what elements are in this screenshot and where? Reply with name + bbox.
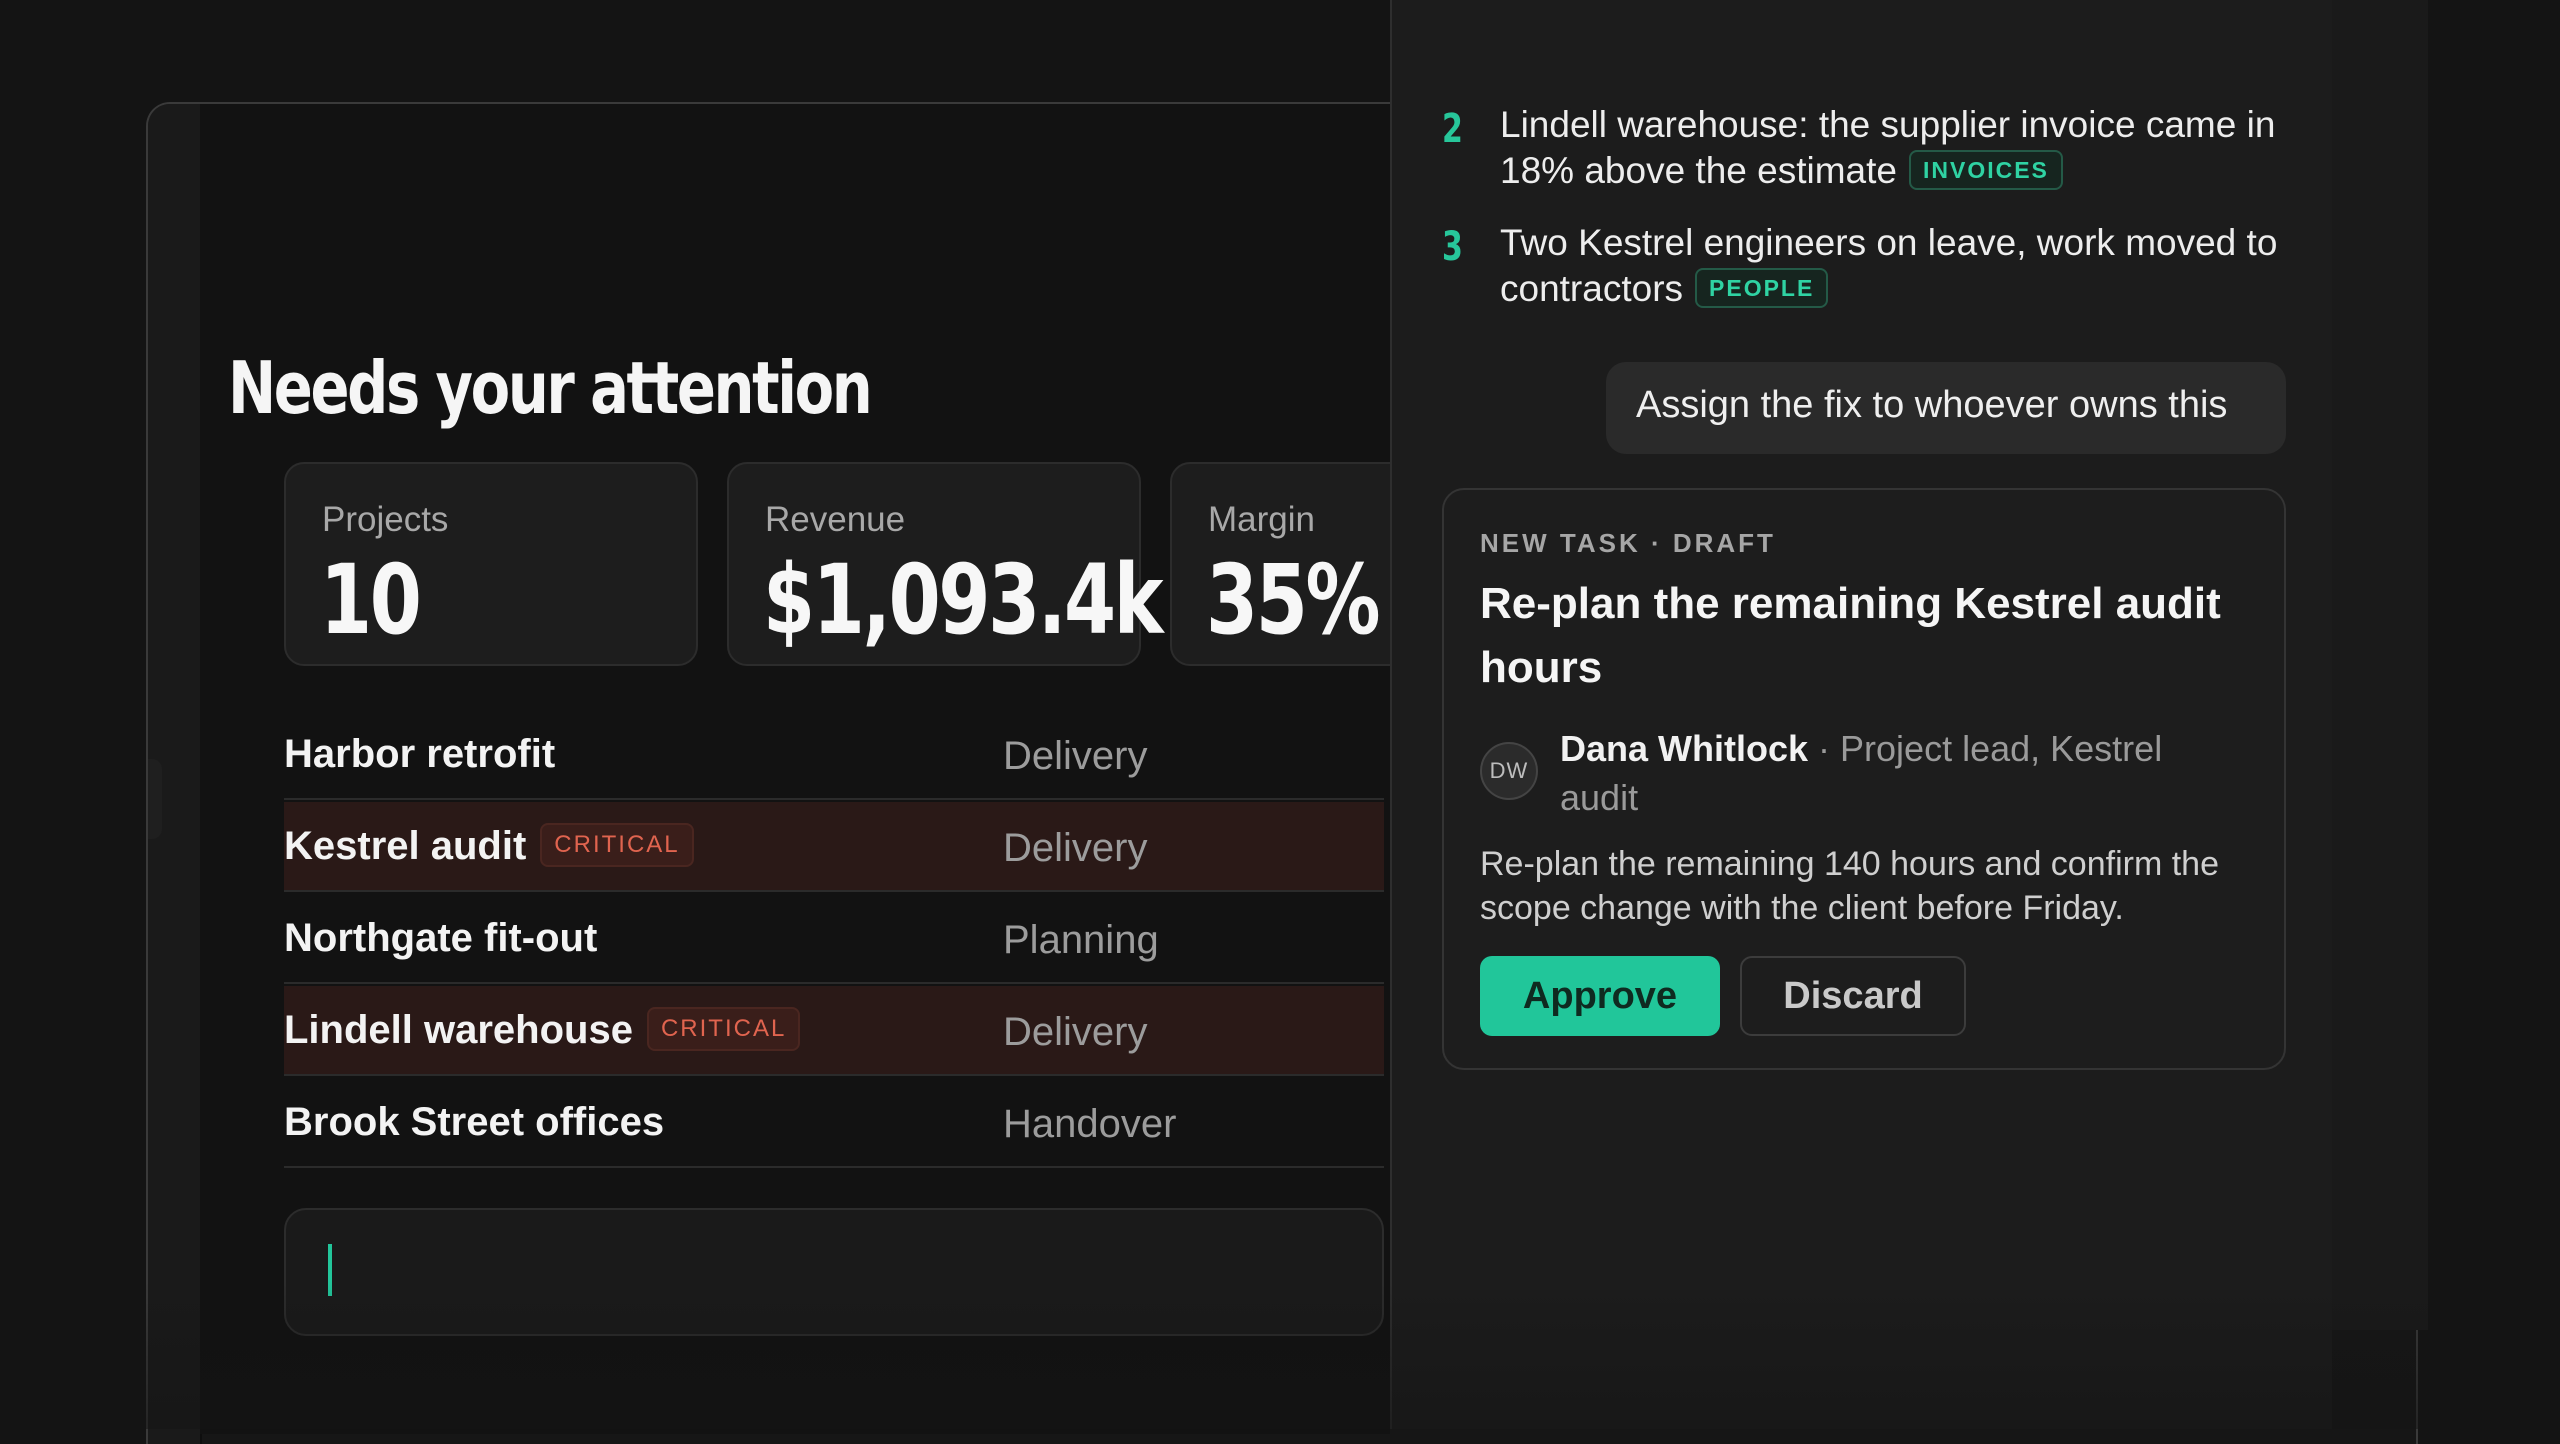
discard-button[interactable]: Discard bbox=[1740, 956, 1966, 1036]
left-sidebar bbox=[148, 104, 202, 1444]
project-name: Northgate fit-out bbox=[284, 916, 598, 960]
user-message-text: Assign the fix to whoever owns this bbox=[1636, 384, 2228, 426]
assistant-panel-edge bbox=[2332, 0, 2428, 1330]
card-kicker: NEW TASK · DRAFT bbox=[1480, 528, 1776, 558]
issue-number: 2 bbox=[1442, 106, 1463, 152]
kpi-label: Projects bbox=[322, 500, 449, 539]
kpi-value: 10 bbox=[320, 544, 422, 656]
assignee-name: Dana Whitlock bbox=[1560, 728, 1809, 769]
project-name: Lindell warehouse CRITICAL bbox=[284, 1007, 801, 1053]
project-stage: Delivery bbox=[1003, 734, 1148, 778]
avatar: DW bbox=[1480, 742, 1538, 800]
table-row[interactable]: Kestrel audit CRITICAL Delivery bbox=[284, 802, 1384, 892]
sidebar-collapse-handle[interactable] bbox=[148, 759, 162, 839]
text-cursor bbox=[328, 1244, 332, 1296]
project-stage: Delivery bbox=[1003, 1010, 1148, 1054]
category-tag: INVOICES bbox=[1908, 150, 2063, 191]
kpi-label: Revenue bbox=[765, 500, 906, 539]
project-stage: Handover bbox=[1003, 1102, 1177, 1146]
task-description: Re-plan the remaining 140 hours and conf… bbox=[1480, 845, 2219, 927]
table-row[interactable]: Brook Street offices Handover bbox=[284, 1078, 1384, 1168]
project-stage: Planning bbox=[1003, 918, 1159, 962]
table-row[interactable]: Lindell warehouse CRITICAL Delivery bbox=[284, 986, 1384, 1076]
project-name: Harbor retrofit bbox=[284, 732, 556, 776]
kpi-value: 35% bbox=[1206, 544, 1381, 656]
kpi-card-revenue: Revenue $1,093.4k bbox=[727, 462, 1164, 666]
message-input[interactable] bbox=[284, 1208, 1384, 1336]
critical-badge: CRITICAL bbox=[646, 1007, 801, 1052]
page-title: Needs your attention bbox=[228, 346, 873, 430]
project-name: Brook Street offices bbox=[284, 1100, 665, 1144]
task-title: Re-plan the remaining Kestrel audit hour… bbox=[1480, 579, 2221, 692]
table-row[interactable]: Northgate fit-out Planning bbox=[284, 894, 1384, 984]
kpi-card-projects: Projects 10 bbox=[284, 462, 698, 666]
approve-button[interactable]: Approve bbox=[1480, 956, 1720, 1036]
issue-number: 3 bbox=[1442, 224, 1463, 270]
user-message-bubble: Assign the fix to whoever owns this bbox=[1606, 362, 2286, 454]
project-stage: Delivery bbox=[1003, 826, 1148, 870]
project-name: Kestrel audit CRITICAL bbox=[284, 823, 694, 869]
assignee: Dana Whitlock · Project lead, Kestrel au… bbox=[1560, 724, 2220, 822]
kpi-label: Margin bbox=[1208, 500, 1315, 539]
kpi-value: $1,093.4k bbox=[763, 544, 1164, 656]
table-row[interactable]: Harbor retrofit Delivery bbox=[284, 710, 1384, 800]
critical-badge: CRITICAL bbox=[540, 823, 694, 868]
issue-text: Lindell warehouse: the supplier invoice … bbox=[1500, 104, 2276, 191]
category-tag: PEOPLE bbox=[1695, 268, 1829, 309]
issue-text: Two Kestrel engineers on leave, work mov… bbox=[1500, 222, 2278, 309]
task-draft-card: NEW TASK · DRAFT Re-plan the remaining K… bbox=[1442, 488, 2286, 1070]
